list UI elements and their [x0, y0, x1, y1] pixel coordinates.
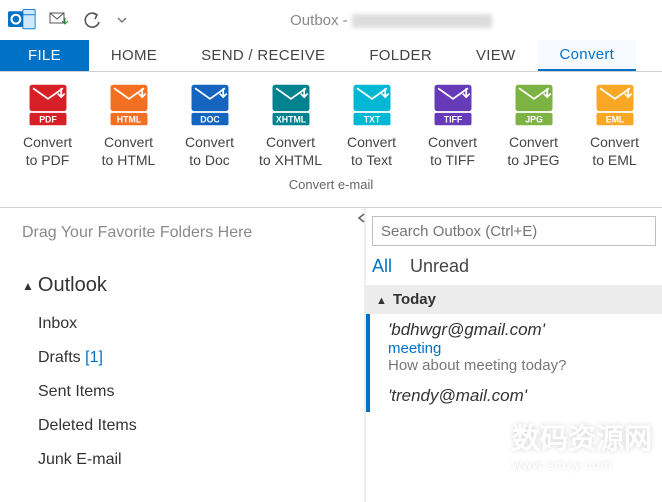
eml-file-icon: EML: [590, 80, 640, 130]
convert-pdf-button[interactable]: PDF Convertto PDF: [10, 78, 85, 175]
qat-dropdown-icon[interactable]: [116, 9, 128, 31]
message-from: 'trendy@mail.com': [388, 386, 652, 406]
folder-drafts[interactable]: Drafts [1]: [18, 341, 354, 375]
tree-root-label: Outlook: [38, 274, 107, 296]
svg-text:DOC: DOC: [200, 115, 220, 125]
svg-text:PDF: PDF: [39, 115, 57, 125]
convert-txt-button[interactable]: TXT Convertto Text: [334, 78, 409, 175]
ribbon-btn-label-l2: to TIFF: [417, 152, 488, 170]
caret-down-icon: ▲: [22, 279, 34, 293]
folder-inbox[interactable]: Inbox: [18, 307, 354, 341]
folder-deleted-items[interactable]: Deleted Items: [18, 409, 354, 443]
convert-xhtml-button[interactable]: XHTML Convertto XHTML: [253, 78, 328, 175]
convert-html-button[interactable]: HTML Convertto HTML: [91, 78, 166, 175]
ribbon-btn-label-l2: to EML: [579, 152, 650, 170]
convert-tiff-button[interactable]: TIFF Convertto TIFF: [415, 78, 490, 175]
ribbon: PDFConvertto PDFHTMLConvertto HTMLDOCCon…: [0, 72, 662, 208]
folder-tree: ▲ Outlook Inbox Drafts [1] Sent Items Delete…: [0, 258, 364, 477]
tab-folder[interactable]: FOLDER: [347, 40, 454, 71]
quick-access-toolbar: [8, 6, 128, 34]
tiff-file-icon: TIFF: [428, 80, 478, 130]
send-receive-qat-icon[interactable]: [48, 9, 70, 31]
folder-nav-pane: Drag Your Favorite Folders Here ▲ Outlook…: [0, 208, 365, 502]
folder-label: Drafts: [38, 349, 81, 366]
jpg-file-icon: JPG: [509, 80, 559, 130]
ribbon-btn-label-l2: to HTML: [93, 152, 164, 170]
tree-root-outlook[interactable]: ▲ Outlook: [18, 264, 354, 307]
ribbon-group-caption: Convert e-mail: [10, 175, 652, 196]
folder-junk-e-mail[interactable]: Junk E-mail: [18, 443, 354, 477]
svg-text:HTML: HTML: [116, 115, 141, 125]
convert-eml-button[interactable]: EML Convertto EML: [577, 78, 652, 175]
xhtml-file-icon: XHTML: [266, 80, 316, 130]
window-title-account-blurred: [352, 14, 492, 28]
tab-home[interactable]: HOME: [89, 40, 179, 71]
tab-file[interactable]: FILE: [0, 40, 89, 71]
ribbon-btn-label-l2: to PDF: [12, 152, 83, 170]
caret-down-icon: ▲: [376, 295, 387, 307]
ribbon-btn-label-l1: Convert: [255, 134, 326, 152]
txt-file-icon: TXT: [347, 80, 397, 130]
window-title-prefix: Outbox -: [290, 12, 352, 29]
message-list-pane: All Unread ▲ Today 'bdhwgr@gmail.com'meet…: [365, 208, 662, 502]
ribbon-btn-label-l1: Convert: [498, 134, 569, 152]
ribbon-btn-label-l2: to Text: [336, 152, 407, 170]
filter-all[interactable]: All: [372, 256, 392, 277]
doc-file-icon: DOC: [185, 80, 235, 130]
ribbon-tabs: FILE HOME SEND / RECEIVE FOLDER VIEW Con…: [0, 40, 662, 72]
tab-send-receive[interactable]: SEND / RECEIVE: [179, 40, 347, 71]
message-item[interactable]: 'trendy@mail.com': [366, 380, 662, 412]
svg-text:TXT: TXT: [363, 115, 380, 125]
outlook-logo-icon: [8, 6, 36, 34]
content-area: Drag Your Favorite Folders Here ▲ Outlook…: [0, 208, 662, 502]
favorites-drop-hint: Drag Your Favorite Folders Here: [0, 208, 364, 258]
svg-text:JPG: JPG: [525, 115, 543, 125]
group-header-label: Today: [393, 291, 436, 308]
ribbon-btn-label-l2: to Doc: [174, 152, 245, 170]
html-file-icon: HTML: [104, 80, 154, 130]
title-bar: Outbox -: [0, 0, 662, 40]
search-wrap: [366, 208, 662, 254]
filter-unread[interactable]: Unread: [410, 256, 469, 277]
svg-text:TIFF: TIFF: [443, 115, 462, 125]
pdf-file-icon: PDF: [23, 80, 73, 130]
message-preview: How about meeting today?: [388, 357, 652, 374]
search-input[interactable]: [372, 216, 656, 246]
ribbon-btn-label-l1: Convert: [336, 134, 407, 152]
message-from: 'bdhwgr@gmail.com': [388, 320, 652, 340]
ribbon-group-convert: PDFConvertto PDFHTMLConvertto HTMLDOCCon…: [10, 78, 652, 175]
ribbon-btn-label-l1: Convert: [174, 134, 245, 152]
folder-unread-count: [1]: [85, 349, 103, 366]
tab-convert[interactable]: Convert: [538, 40, 637, 71]
ribbon-btn-label-l1: Convert: [579, 134, 650, 152]
folder-label: Sent Items: [38, 383, 114, 400]
svg-text:XHTML: XHTML: [275, 115, 306, 125]
ribbon-btn-label-l1: Convert: [93, 134, 164, 152]
group-header-today[interactable]: ▲ Today: [366, 285, 662, 314]
svg-text:EML: EML: [605, 115, 624, 125]
window-title: Outbox -: [128, 12, 654, 29]
list-filter-row: All Unread: [366, 254, 662, 285]
convert-jpg-button[interactable]: JPG Convertto JPEG: [496, 78, 571, 175]
collapse-nav-icon[interactable]: [356, 212, 368, 227]
undo-icon[interactable]: [82, 9, 104, 31]
convert-doc-button[interactable]: DOC Convertto Doc: [172, 78, 247, 175]
message-item[interactable]: 'bdhwgr@gmail.com'meetingHow about meeti…: [366, 314, 662, 380]
message-subject: meeting: [388, 340, 652, 357]
ribbon-btn-label-l1: Convert: [417, 134, 488, 152]
folder-sent-items[interactable]: Sent Items: [18, 375, 354, 409]
folder-label: Inbox: [38, 315, 77, 332]
ribbon-btn-label-l2: to XHTML: [255, 152, 326, 170]
tab-view[interactable]: VIEW: [454, 40, 538, 71]
folder-label: Deleted Items: [38, 417, 137, 434]
folder-label: Junk E-mail: [38, 451, 122, 468]
ribbon-btn-label-l2: to JPEG: [498, 152, 569, 170]
ribbon-btn-label-l1: Convert: [12, 134, 83, 152]
